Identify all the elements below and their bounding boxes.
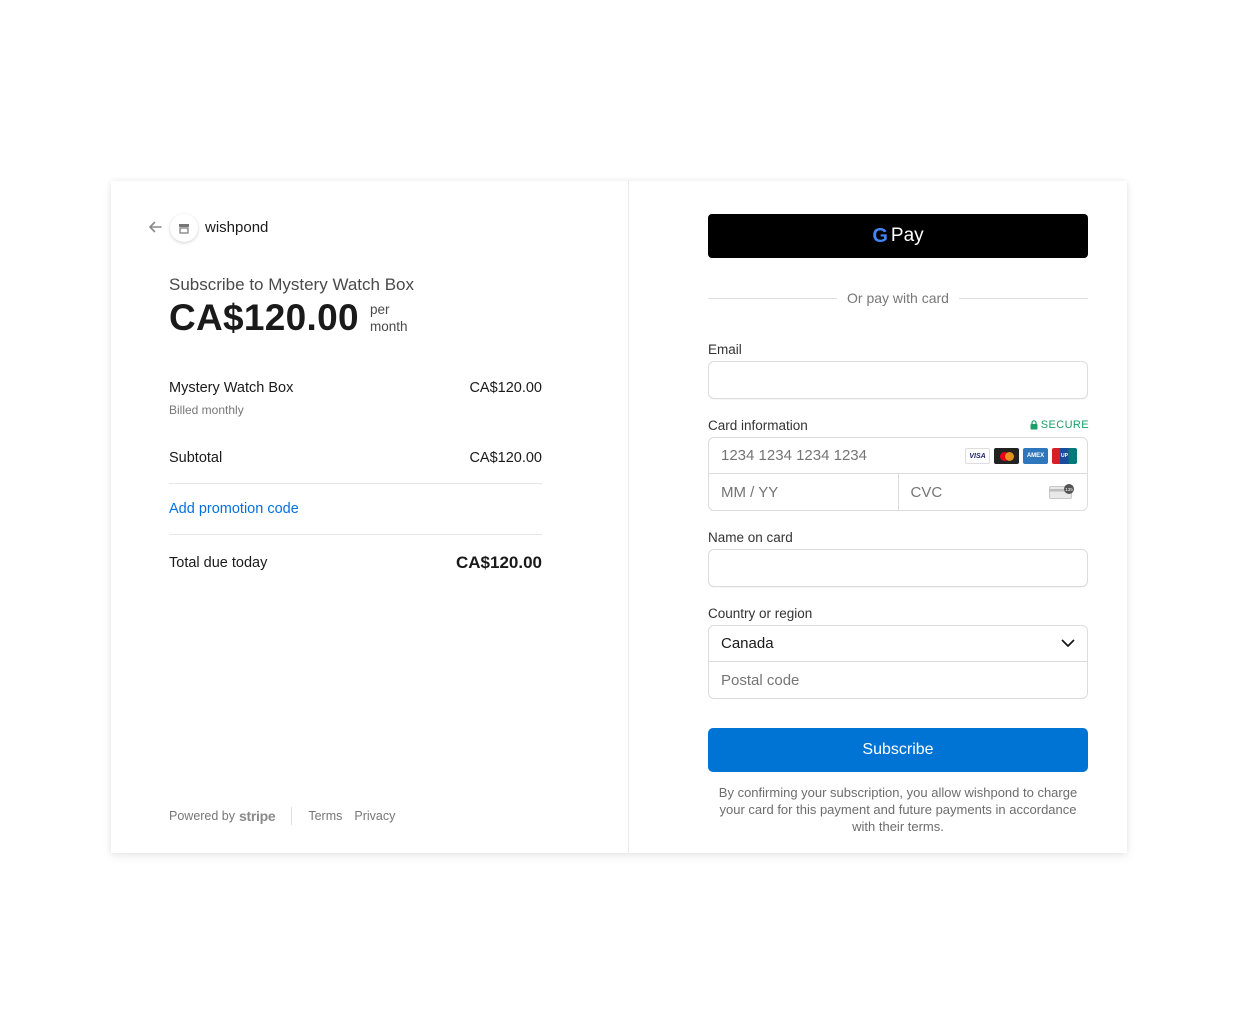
email-label: Email (708, 342, 742, 357)
add-promotion-code-link[interactable]: Add promotion code (169, 501, 299, 517)
mastercard-icon (994, 448, 1019, 464)
or-pay-with-card-text: Or pay with card (847, 290, 949, 306)
checkout-card: wishpond Subscribe to Mystery Watch Box … (111, 181, 1127, 853)
or-divider-line (708, 297, 838, 299)
stripe-logo[interactable]: stripe (239, 808, 276, 824)
cvc-card-icon: 135 (1049, 484, 1074, 499)
total-value: CA$120.00 (455, 553, 542, 572)
amex-icon: AMEX (1023, 448, 1048, 464)
google-pay-button[interactable]: G Pay (708, 214, 1088, 258)
postal-code-input[interactable] (709, 662, 1087, 698)
country-select[interactable]: Canada (709, 626, 1087, 662)
subtotal-label: Subtotal (169, 450, 223, 466)
chevron-down-icon (1061, 639, 1075, 647)
merchant-logo (170, 214, 198, 242)
name-on-card-field[interactable] (709, 550, 1087, 586)
billing-period: per month (370, 301, 408, 335)
divider (169, 534, 542, 535)
or-divider: Or pay with card (708, 290, 1088, 306)
secure-badge: SECURE (1030, 419, 1089, 431)
email-field-wrapper (708, 361, 1088, 399)
order-summary-panel: wishpond Subscribe to Mystery Watch Box … (111, 181, 629, 853)
line-item-name: Mystery Watch Box (169, 380, 294, 396)
card-expiry-cvc-row: 135 (709, 474, 1087, 510)
card-information-label: Card information (708, 418, 808, 433)
billing-period-line1: per (370, 302, 390, 317)
subscription-terms-text: By confirming your subscription, you all… (718, 785, 1078, 834)
svg-text:135: 135 (1065, 487, 1073, 492)
subtotal-value: CA$120.00 (469, 450, 542, 466)
store-icon (179, 223, 189, 234)
subtotal-row: Subtotal CA$120.00 (169, 450, 542, 466)
country-label: Country or region (708, 606, 813, 621)
terms-link[interactable]: Terms (308, 809, 342, 823)
powered-by-text: Powered by (169, 809, 236, 823)
unionpay-icon: UP (1052, 448, 1077, 464)
country-postal-field: Canada (708, 625, 1088, 699)
lock-icon (1030, 420, 1038, 430)
subscription-title: Subscribe to Mystery Watch Box (169, 275, 415, 294)
line-item-price: CA$120.00 (469, 380, 542, 396)
card-brands: VISA AMEX UP (965, 448, 1077, 464)
line-item-billing-text: Billed monthly (169, 403, 244, 417)
expiry-input[interactable] (709, 474, 898, 510)
secure-label: SECURE (1040, 419, 1089, 431)
privacy-link[interactable]: Privacy (354, 809, 395, 823)
postal-code-wrapper (709, 662, 1087, 698)
or-divider-line (958, 297, 1088, 299)
footer: Powered by stripe Terms Privacy (169, 807, 407, 825)
line-item-billing: Billed monthly (169, 403, 542, 417)
google-pay-label: Pay (890, 225, 924, 246)
total-row: Total due today CA$120.00 (169, 553, 542, 573)
footer-divider (291, 807, 293, 825)
price: CA$120.00 (169, 297, 359, 338)
line-item: Mystery Watch Box CA$120.00 (169, 380, 542, 396)
merchant-name: wishpond (205, 219, 269, 236)
payment-panel: G Pay Or pay with card Email Card inform… (629, 181, 1127, 853)
card-number-row: VISA AMEX UP (709, 438, 1087, 474)
email-field[interactable] (709, 362, 1087, 398)
country-value: Canada (721, 635, 774, 652)
subscribe-button[interactable]: Subscribe (708, 728, 1088, 772)
divider (169, 483, 542, 484)
total-label: Total due today (169, 555, 268, 571)
google-g-icon: G (872, 224, 888, 247)
expiry-wrapper (709, 474, 898, 510)
name-on-card-label: Name on card (708, 530, 793, 545)
card-information-field: VISA AMEX UP (708, 437, 1088, 511)
visa-icon: VISA (965, 448, 990, 464)
name-on-card-wrapper (708, 549, 1088, 587)
cvc-wrapper: 135 (897, 474, 1087, 510)
back-arrow-icon[interactable] (147, 219, 163, 235)
billing-period-line2: month (370, 319, 408, 334)
